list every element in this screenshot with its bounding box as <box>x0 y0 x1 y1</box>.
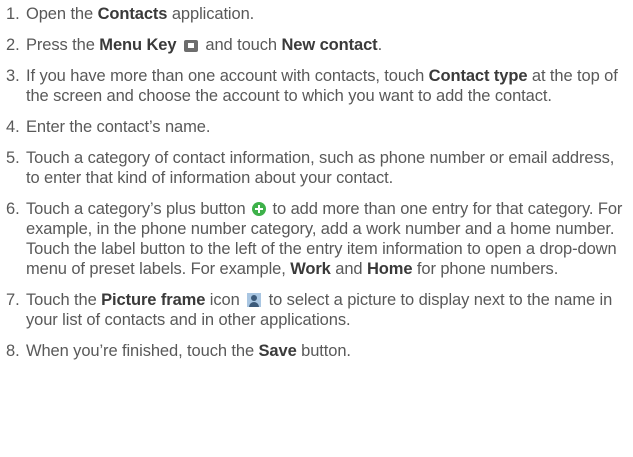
step-number: 2. <box>6 36 20 54</box>
step-text: Enter the contact’s name. <box>26 118 211 136</box>
step-number: 4. <box>6 118 20 136</box>
step-text: When you’re finished, touch the Save but… <box>26 342 351 360</box>
work-label: Work <box>290 260 331 278</box>
new-contact-label: New contact <box>281 36 378 54</box>
step-text: Touch the Picture frame icon to select a… <box>26 291 613 329</box>
step-3: 3. If you have more than one account wit… <box>6 66 627 106</box>
step-5: 5. Touch a category of contact informati… <box>6 148 627 188</box>
contact-type-label: Contact type <box>428 67 528 85</box>
step-text: Open the Contacts application. <box>26 5 255 23</box>
plus-circle-icon <box>252 202 267 216</box>
step-1: 1. Open the Contacts application. <box>6 4 627 24</box>
step-number: 5. <box>6 149 20 167</box>
menu-key-label: Menu Key <box>99 36 177 54</box>
step-number: 1. <box>6 5 20 23</box>
picture-frame-label: Picture frame <box>101 291 206 309</box>
step-4: 4. Enter the contact’s name. <box>6 117 627 137</box>
instruction-page: 1. Open the Contacts application. 2. Pre… <box>0 0 633 457</box>
step-text: Touch a category’s plus button to add mo… <box>26 200 623 278</box>
save-label: Save <box>258 342 297 360</box>
home-label: Home <box>366 260 413 278</box>
step-number: 3. <box>6 67 20 85</box>
step-number: 8. <box>6 342 20 360</box>
contacts-app-name: Contacts <box>97 5 168 23</box>
step-text: Press the Menu Key and touch New contact… <box>26 36 383 54</box>
step-number: 7. <box>6 291 20 309</box>
step-number: 6. <box>6 200 20 218</box>
step-7: 7. Touch the Picture frame icon to selec… <box>6 290 627 330</box>
step-8: 8. When you’re finished, touch the Save … <box>6 341 627 361</box>
picture-frame-icon <box>247 293 262 307</box>
step-text: Touch a category of contact information,… <box>26 149 615 187</box>
step-2: 2. Press the Menu Key and touch New cont… <box>6 35 627 55</box>
menu-key-icon <box>183 40 198 52</box>
step-text: If you have more than one account with c… <box>26 67 618 105</box>
step-6: 6. Touch a category’s plus button to add… <box>6 199 627 279</box>
steps-list: 1. Open the Contacts application. 2. Pre… <box>6 4 627 361</box>
